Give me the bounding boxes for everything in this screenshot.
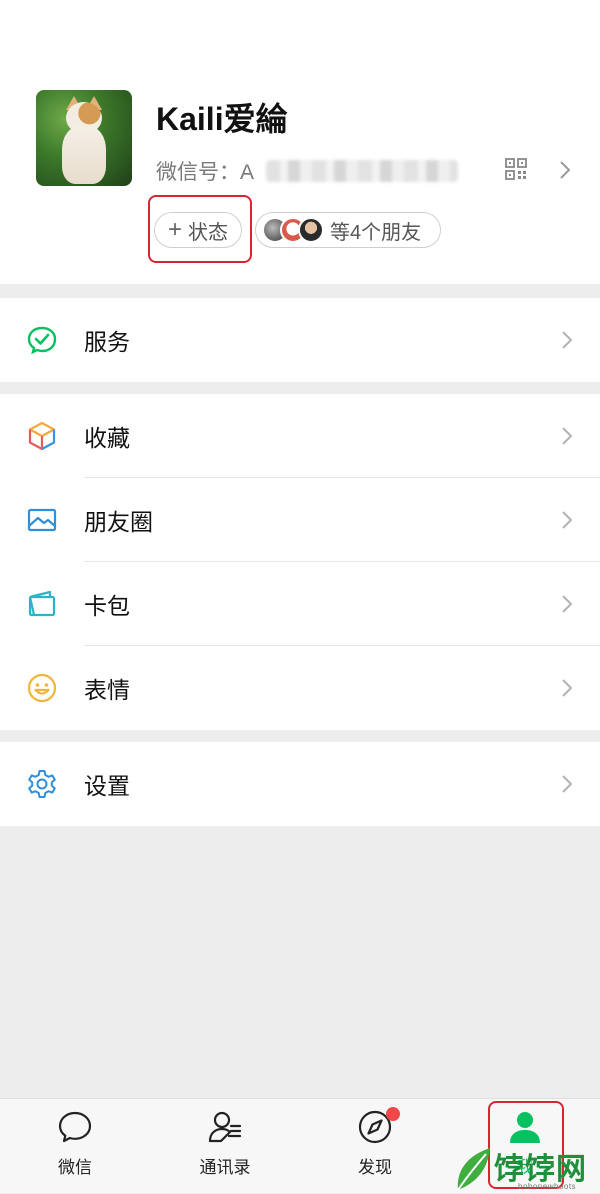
- chat-bubble-icon: [58, 1111, 92, 1143]
- chevron-right-icon: [562, 775, 573, 793]
- leaf-logo-icon: [457, 1148, 490, 1191]
- chevron-right-icon: [562, 427, 573, 445]
- settings-group: 设置: [0, 742, 600, 826]
- menu-label-cards: 卡包: [84, 593, 130, 619]
- menu-label-stickers: 表情: [84, 677, 130, 703]
- menu-item-moments[interactable]: 朋友圈: [0, 478, 600, 562]
- menu-item-settings[interactable]: 设置: [0, 742, 600, 826]
- profile-name: Kaili爱綸: [156, 101, 288, 137]
- annotation-highlight-status: [148, 195, 252, 263]
- friend-avatar: [298, 217, 324, 243]
- main-menu-group: 收藏 朋友圈 卡包 表情: [0, 394, 600, 730]
- watermark-sub-text: bobonewboots: [518, 1182, 577, 1191]
- service-check-icon: [27, 326, 57, 355]
- smiley-icon: [27, 673, 57, 703]
- cube-icon: [28, 421, 56, 451]
- menu-item-services[interactable]: 服务: [0, 298, 600, 382]
- chevron-right-icon: [562, 331, 573, 349]
- wallet-icon: [28, 590, 56, 617]
- chevron-right-icon: [562, 511, 573, 529]
- tab-label-contacts: 通讯录: [199, 1158, 251, 1177]
- gear-icon: [28, 770, 56, 798]
- tab-discover[interactable]: 发现: [300, 1099, 450, 1194]
- wechat-id: 微信号：A: [156, 156, 254, 186]
- watermark: 饽饽网 bobonewboots: [452, 1142, 600, 1193]
- contacts-icon: [208, 1111, 242, 1143]
- menu-item-cards[interactable]: 卡包: [0, 562, 600, 646]
- avatar[interactable]: [36, 90, 132, 186]
- menu-label-favorites: 收藏: [84, 425, 130, 451]
- tab-label-chats: 微信: [58, 1158, 92, 1177]
- chevron-right-icon[interactable]: [558, 160, 572, 180]
- tab-contacts[interactable]: 通讯录: [150, 1099, 300, 1194]
- tab-chats[interactable]: 微信: [0, 1099, 150, 1194]
- wechat-id-value: A: [240, 161, 255, 184]
- chevron-right-icon: [562, 595, 573, 613]
- menu-item-stickers[interactable]: 表情: [0, 646, 600, 730]
- services-group: 服务: [0, 298, 600, 382]
- chevron-right-icon: [562, 679, 573, 697]
- menu-item-favorites[interactable]: 收藏: [0, 394, 600, 478]
- friends-status-button[interactable]: 等4个朋友: [255, 212, 441, 248]
- menu-label-moments: 朋友圈: [84, 509, 153, 535]
- avatar-cat-body: [62, 126, 106, 184]
- notification-badge: [386, 1107, 400, 1121]
- menu-label-settings: 设置: [84, 773, 130, 799]
- menu-label-services: 服务: [84, 329, 130, 355]
- qr-code-icon[interactable]: [505, 158, 527, 180]
- wechat-id-blurred: [266, 160, 458, 182]
- picture-icon: [27, 508, 57, 532]
- wechat-id-label: 微信号：: [156, 161, 240, 184]
- tab-label-discover: 发现: [358, 1158, 392, 1177]
- profile-header[interactable]: Kaili爱綸 微信号：A + 状态 等4个朋友: [0, 0, 600, 284]
- friends-label: 等4个朋友: [330, 221, 422, 244]
